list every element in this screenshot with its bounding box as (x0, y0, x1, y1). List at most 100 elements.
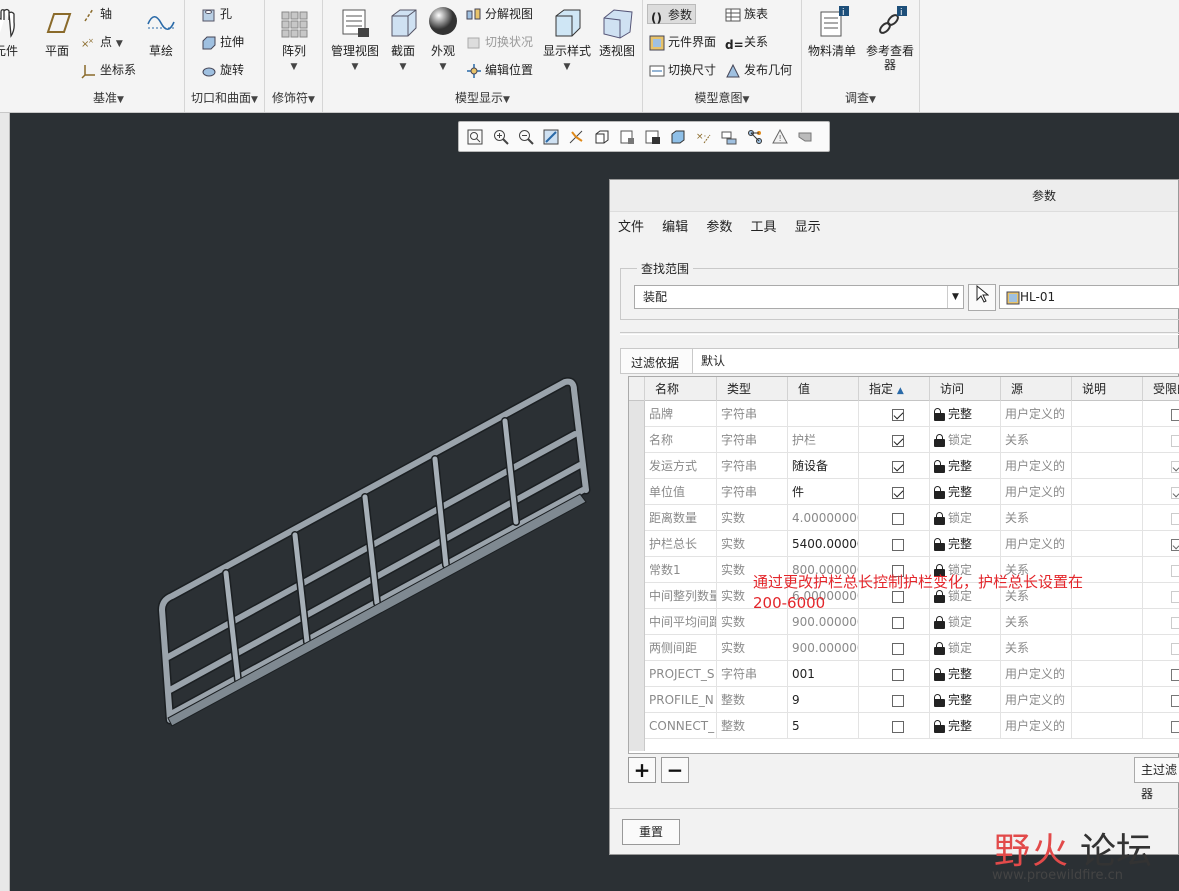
cell-description[interactable] (1072, 635, 1143, 661)
investigate-group-label[interactable]: 调查▼ (802, 89, 919, 106)
cell-restricted[interactable] (1143, 583, 1179, 609)
view-manager-icon[interactable] (619, 129, 635, 145)
appearance-button[interactable]: 外观 ▼ (423, 6, 463, 74)
cell-name[interactable]: 两侧间距 (645, 635, 717, 661)
railing-model[interactable] (140, 370, 610, 730)
cell-type[interactable]: 字符串 (717, 427, 788, 453)
restricted-checkbox[interactable] (1171, 486, 1179, 499)
cell-designate[interactable] (859, 687, 930, 713)
cell-name[interactable]: 护栏总长 (645, 531, 717, 557)
cell-designate[interactable] (859, 531, 930, 557)
more-tools-icon[interactable] (797, 129, 813, 145)
cell-value[interactable]: 900.000000 (788, 635, 859, 661)
toggle-status-button[interactable]: 切换状况 (466, 32, 533, 52)
select-model-button[interactable] (968, 284, 996, 311)
cell-access[interactable]: 完整 (930, 713, 1001, 739)
cell-designate[interactable] (859, 635, 930, 661)
hole-button[interactable]: 孔 (201, 4, 232, 24)
cell-restricted[interactable] (1143, 713, 1179, 739)
cell-restricted[interactable] (1143, 505, 1179, 531)
revolve-button[interactable]: 旋转 (201, 60, 244, 80)
cell-value[interactable]: 5400.00000 (788, 531, 859, 557)
cell-name[interactable]: 距离数量 (645, 505, 717, 531)
datum-display-icon[interactable]: ×· (696, 129, 712, 145)
col-value[interactable]: 值 (788, 377, 859, 401)
cell-access[interactable]: 锁定 (930, 635, 1001, 661)
sketch-button[interactable]: 草绘 (141, 6, 181, 58)
designate-checkbox[interactable] (892, 512, 904, 525)
designate-checkbox[interactable] (892, 668, 904, 681)
cell-type[interactable]: 实数 (717, 531, 788, 557)
cell-designate[interactable] (859, 713, 930, 739)
cell-name[interactable]: PROJECT_S (645, 661, 717, 687)
pattern-button[interactable]: 阵列 ▼ (274, 6, 314, 74)
cell-restricted[interactable] (1143, 479, 1179, 505)
chevron-down-icon[interactable]: ▼ (116, 39, 123, 49)
point-button[interactable]: × × 点 ▼ (81, 32, 123, 52)
col-name[interactable]: 名称 (645, 377, 717, 401)
perspective-button[interactable]: 透视图 (595, 6, 639, 58)
cell-restricted[interactable] (1143, 557, 1179, 583)
col-restricted[interactable]: 受限的 (1143, 377, 1179, 401)
designate-checkbox[interactable] (892, 460, 904, 473)
menu-parameters[interactable]: 参数 (706, 220, 732, 235)
zoom-in-icon[interactable] (493, 129, 509, 145)
cell-restricted[interactable] (1143, 531, 1179, 557)
cell-access[interactable]: 完整 (930, 479, 1001, 505)
cell-restricted[interactable] (1143, 635, 1179, 661)
cell-description[interactable] (1072, 401, 1143, 427)
cell-name[interactable]: 单位值 (645, 479, 717, 505)
cell-designate[interactable] (859, 453, 930, 479)
designate-checkbox[interactable] (892, 434, 904, 447)
cell-description[interactable] (1072, 531, 1143, 557)
row-selector-column[interactable] (629, 401, 645, 751)
cell-description[interactable] (1072, 661, 1143, 687)
cell-name[interactable]: 中间平均间距 (645, 609, 717, 635)
table-row[interactable]: 护栏总长 实数 5400.00000 完整 用户定义的 (645, 531, 1179, 557)
section-view-icon[interactable] (645, 129, 661, 145)
table-row[interactable]: 品牌 字符串 完整 用户定义的 (645, 401, 1179, 427)
cell-type[interactable]: 字符串 (717, 401, 788, 427)
cell-designate[interactable] (859, 479, 930, 505)
designate-checkbox[interactable] (892, 408, 904, 421)
table-row[interactable]: PROJECT_S 字符串 001 完整 用户定义的 (645, 661, 1179, 687)
cell-description[interactable] (1072, 505, 1143, 531)
cell-name[interactable]: CONNECT_ (645, 713, 717, 739)
spin-center-icon[interactable] (568, 129, 584, 145)
component-button[interactable]: 元件 (0, 6, 26, 58)
cell-designate[interactable] (859, 661, 930, 687)
table-row[interactable]: PROFILE_N 整数 9 完整 用户定义的 (645, 687, 1179, 713)
col-designate[interactable]: 指定 ▲ (859, 377, 930, 401)
cell-type[interactable]: 字符串 (717, 453, 788, 479)
cell-access[interactable]: 锁定 (930, 427, 1001, 453)
spin-center-toggle-icon[interactable] (747, 129, 763, 145)
display-style-icon[interactable] (670, 129, 686, 145)
restricted-checkbox[interactable] (1171, 642, 1179, 655)
cell-restricted[interactable] (1143, 687, 1179, 713)
col-source[interactable]: 源 (1001, 377, 1072, 401)
main-filter-button[interactable]: 主过滤器 (1134, 757, 1179, 801)
params-button[interactable]: () 参数 (647, 4, 697, 25)
repaint-icon[interactable] (543, 129, 559, 145)
cell-type[interactable]: 整数 (717, 713, 788, 739)
restricted-checkbox[interactable] (1171, 668, 1179, 681)
restricted-checkbox[interactable] (1171, 616, 1179, 629)
cell-designate[interactable] (859, 401, 930, 427)
filter-select[interactable]: 默认 (692, 349, 1179, 373)
datum-group-label[interactable]: 基准▼ (33, 89, 184, 106)
model-intent-group-label[interactable]: 模型意图▼ (643, 89, 801, 106)
refit-icon[interactable] (467, 129, 483, 145)
cell-access[interactable]: 完整 (930, 687, 1001, 713)
axis-button[interactable]: 轴 (81, 4, 112, 24)
table-row[interactable]: 名称 字符串 护栏 锁定 关系 (645, 427, 1179, 453)
cell-designate[interactable] (859, 505, 930, 531)
extrude-button[interactable]: 拉伸 (201, 32, 244, 52)
restricted-checkbox[interactable] (1171, 564, 1179, 577)
cell-name[interactable]: 中间整列数量 (645, 583, 717, 609)
family-table-button[interactable]: 族表 (725, 4, 768, 24)
cell-description[interactable] (1072, 427, 1143, 453)
cell-value[interactable]: 4.00000000 (788, 505, 859, 531)
cell-type[interactable]: 实数 (717, 505, 788, 531)
col-description[interactable]: 说明 (1072, 377, 1143, 401)
exploded-view-button[interactable]: 分解视图 (466, 4, 533, 24)
